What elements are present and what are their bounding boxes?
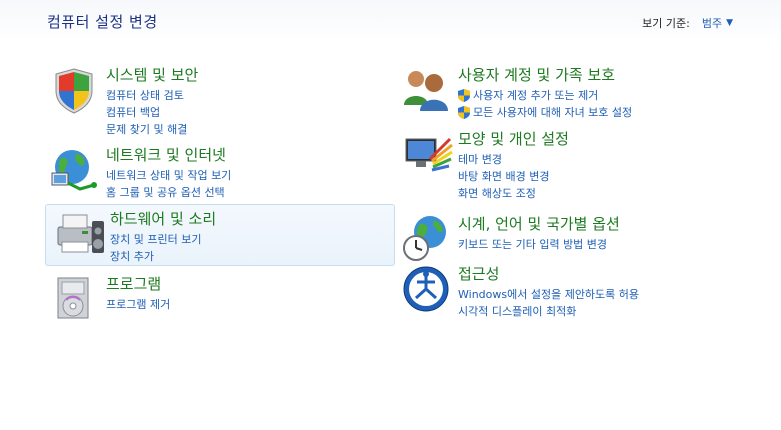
category-title-users[interactable]: 사용자 계정 및 가족 보호 (458, 66, 632, 85)
link-windows-suggest[interactable]: Windows에서 설정을 제안하도록 허용 (458, 286, 639, 303)
programs-disc-icon[interactable] (48, 274, 106, 324)
view-by-label: 보기 기준: (642, 17, 690, 30)
category-title-programs[interactable]: 프로그램 (106, 275, 170, 294)
link-network-status[interactable]: 네트워크 상태 및 작업 보기 (106, 167, 231, 184)
link-optimize-display[interactable]: 시각적 디스플레이 최적화 (458, 303, 639, 320)
link-desktop-background[interactable]: 바탕 화면 배경 변경 (458, 168, 569, 185)
category-system-security: 시스템 및 보안 컴퓨터 상태 검토 컴퓨터 백업 문제 찾기 및 해결 (42, 61, 382, 142)
category-programs: 프로그램 프로그램 제거 (42, 270, 382, 328)
category-network: 네트워크 및 인터넷 네트워크 상태 및 작업 보기 홈 그룹 및 공유 옵션 … (42, 141, 382, 205)
category-ease-of-access: 접근성 Windows에서 설정을 제안하도록 허용 시각적 디스플레이 최적화 (394, 260, 754, 324)
monitor-palette-icon[interactable] (400, 129, 458, 179)
page-title: 컴퓨터 설정 변경 (47, 13, 158, 31)
printer-speaker-icon[interactable] (52, 209, 110, 259)
link-add-remove-user-label: 사용자 계정 추가 또는 제거 (473, 89, 599, 102)
uac-shield-icon (458, 89, 470, 102)
link-change-theme[interactable]: 테마 변경 (458, 151, 569, 168)
view-by: 보기 기준: 범주 ▼ (642, 15, 733, 31)
view-by-value: 범주 (701, 17, 723, 30)
globe-clock-icon[interactable] (400, 214, 458, 264)
category-title-clock[interactable]: 시계, 언어 및 국가별 옵션 (458, 215, 620, 234)
category-title-access[interactable]: 접근성 (458, 265, 639, 284)
link-parental-controls[interactable]: 모든 사용자에 대해 자녀 보호 설정 (458, 104, 632, 121)
link-backup[interactable]: 컴퓨터 백업 (106, 104, 198, 121)
view-by-dropdown[interactable]: 범주 ▼ (702, 15, 733, 31)
header-bar: 컴퓨터 설정 변경 보기 기준: 범주 ▼ (0, 0, 781, 44)
link-uninstall[interactable]: 프로그램 제거 (106, 296, 170, 313)
category-title-appearance[interactable]: 모양 및 개인 설정 (458, 130, 569, 149)
category-hardware[interactable]: 하드웨어 및 소리 장치 및 프린터 보기 장치 추가 (45, 204, 395, 266)
link-add-remove-user[interactable]: 사용자 계정 추가 또는 제거 (458, 87, 632, 104)
ease-of-access-icon[interactable] (400, 264, 458, 314)
category-users: 사용자 계정 및 가족 보호 사용자 계정 추가 또는 제거 모든 사용자에 대… (394, 61, 754, 125)
uac-shield-icon (458, 106, 470, 119)
link-devices-printers[interactable]: 장치 및 프린터 보기 (110, 231, 216, 248)
category-title-system[interactable]: 시스템 및 보안 (106, 66, 198, 85)
link-troubleshoot[interactable]: 문제 찾기 및 해결 (106, 121, 198, 138)
link-parental-controls-label: 모든 사용자에 대해 자녀 보호 설정 (473, 106, 633, 119)
link-review-status[interactable]: 컴퓨터 상태 검토 (106, 87, 198, 104)
network-globe-icon[interactable] (48, 145, 106, 195)
category-title-network[interactable]: 네트워크 및 인터넷 (106, 146, 231, 165)
chevron-down-icon: ▼ (726, 18, 733, 28)
security-shield-icon[interactable] (48, 65, 106, 115)
link-add-device[interactable]: 장치 추가 (110, 248, 216, 265)
link-homegroup[interactable]: 홈 그룹 및 공유 옵션 선택 (106, 184, 231, 201)
category-appearance: 모양 및 개인 설정 테마 변경 바탕 화면 배경 변경 화면 해상도 조정 (394, 125, 754, 206)
category-title-hardware[interactable]: 하드웨어 및 소리 (110, 210, 216, 229)
link-screen-resolution[interactable]: 화면 해상도 조정 (458, 185, 569, 202)
link-input-methods[interactable]: 키보드 또는 기타 입력 방법 변경 (458, 236, 620, 253)
users-icon[interactable] (400, 65, 458, 115)
